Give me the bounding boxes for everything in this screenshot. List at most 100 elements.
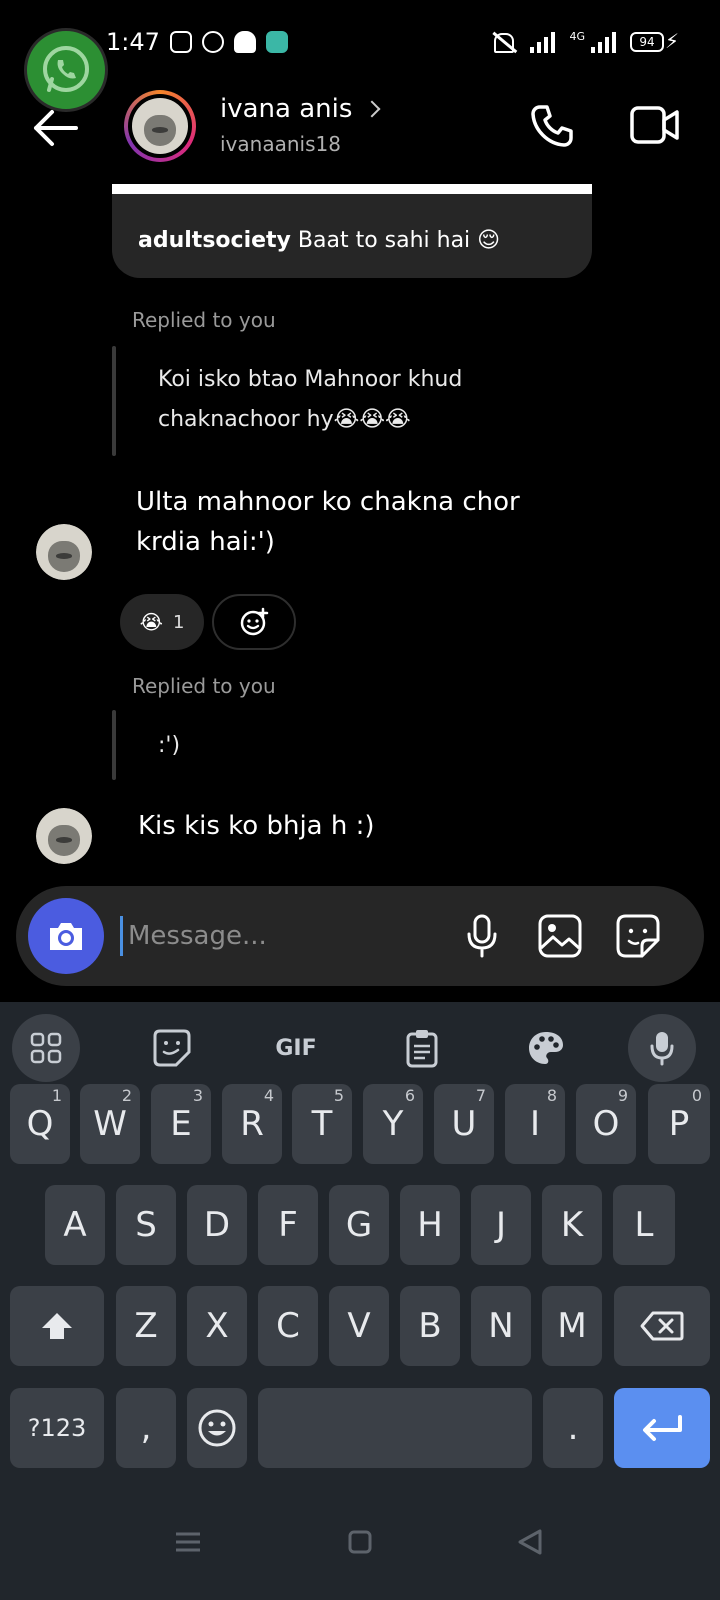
clipboard-button[interactable] bbox=[386, 1012, 458, 1084]
key-a[interactable]: A bbox=[45, 1185, 105, 1265]
key-h[interactable]: H bbox=[400, 1185, 460, 1265]
video-call-button[interactable] bbox=[630, 104, 680, 146]
voice-call-button[interactable] bbox=[528, 102, 576, 150]
clipboard-icon bbox=[406, 1030, 438, 1068]
key-i[interactable]: I8 bbox=[505, 1084, 565, 1164]
voice-message-button[interactable] bbox=[456, 910, 508, 962]
cat-avatar-image bbox=[36, 524, 92, 580]
key-w[interactable]: W2 bbox=[80, 1084, 140, 1164]
comma-key[interactable]: , bbox=[116, 1388, 176, 1468]
add-reaction-button[interactable] bbox=[212, 594, 296, 650]
mute-icon bbox=[490, 30, 516, 54]
microphone-icon bbox=[650, 1032, 674, 1066]
theme-button[interactable] bbox=[510, 1012, 582, 1084]
key-q[interactable]: Q1 bbox=[10, 1084, 70, 1164]
replied-label: Replied to you bbox=[132, 674, 276, 698]
key-y[interactable]: Y6 bbox=[363, 1084, 423, 1164]
image-icon bbox=[538, 914, 582, 958]
quote-line: Koi isko btao Mahnoor khud bbox=[158, 367, 463, 392]
enter-key[interactable] bbox=[614, 1388, 710, 1468]
key-d[interactable]: D bbox=[187, 1185, 247, 1265]
whatsapp-chat-head[interactable] bbox=[24, 28, 108, 112]
key-f[interactable]: F bbox=[258, 1185, 318, 1265]
shift-key[interactable] bbox=[10, 1286, 104, 1366]
key-o[interactable]: O9 bbox=[576, 1084, 636, 1164]
sticker-toolbar-button[interactable] bbox=[136, 1012, 208, 1084]
message-text[interactable]: Ulta mahnoor ko chakna chor krdia hai:') bbox=[136, 482, 520, 562]
quoted-message[interactable]: :') bbox=[158, 726, 180, 766]
key-j[interactable]: J bbox=[471, 1185, 531, 1265]
key-b[interactable]: B bbox=[400, 1286, 460, 1366]
quote-line: chaknachoor hy😭😭😭 bbox=[158, 407, 411, 432]
triangle-back-icon bbox=[518, 1529, 542, 1555]
cat-avatar-image bbox=[132, 98, 188, 154]
key-m[interactable]: M bbox=[542, 1286, 602, 1366]
gallery-button[interactable] bbox=[534, 910, 586, 962]
replied-label: Replied to you bbox=[132, 308, 276, 332]
key-x[interactable]: X bbox=[187, 1286, 247, 1366]
key-c[interactable]: C bbox=[258, 1286, 318, 1366]
quoted-message[interactable]: Koi isko btao Mahnoor khud chaknachoor h… bbox=[158, 360, 462, 440]
home-nav-button[interactable] bbox=[340, 1522, 380, 1562]
profile-avatar[interactable] bbox=[124, 90, 196, 162]
key-u[interactable]: U7 bbox=[434, 1084, 494, 1164]
shared-post-message[interactable]: adultsociety Baat to sahi hai 😌 bbox=[112, 184, 592, 278]
grid-icon bbox=[30, 1032, 62, 1064]
snapchat-icon bbox=[234, 31, 256, 53]
app-notification-icon bbox=[266, 31, 288, 53]
enter-arrow-icon bbox=[643, 1415, 682, 1441]
key-k[interactable]: K bbox=[542, 1185, 602, 1265]
quote-line: :') bbox=[158, 733, 181, 758]
message-input[interactable] bbox=[128, 912, 448, 960]
sticker-button[interactable] bbox=[612, 910, 664, 962]
smiley-icon bbox=[198, 1409, 236, 1447]
backspace-key[interactable] bbox=[614, 1286, 710, 1366]
emoji-key[interactable] bbox=[187, 1388, 247, 1468]
contact-username: ivanaanis18 bbox=[220, 132, 341, 156]
chevron-right-icon bbox=[363, 100, 381, 118]
keyboard-menu-button[interactable] bbox=[12, 1014, 80, 1082]
key-t[interactable]: T5 bbox=[292, 1084, 352, 1164]
key-z[interactable]: Z bbox=[116, 1286, 176, 1366]
chat-title[interactable]: ivana anis bbox=[220, 94, 381, 124]
status-bar: 1:47 4G 94 bbox=[0, 0, 720, 90]
microphone-icon bbox=[467, 914, 497, 958]
menu-nav-button[interactable] bbox=[168, 1522, 208, 1562]
period-key[interactable]: . bbox=[543, 1388, 603, 1468]
sender-avatar[interactable] bbox=[36, 524, 92, 580]
keyboard-toolbar: GIF bbox=[0, 1012, 720, 1084]
sticker-icon bbox=[153, 1029, 191, 1067]
voice-typing-button[interactable] bbox=[628, 1014, 696, 1082]
reaction-pill[interactable]: 😭 1 bbox=[120, 594, 204, 650]
back-button[interactable] bbox=[30, 106, 80, 150]
camera-icon bbox=[50, 923, 82, 950]
text-cursor bbox=[120, 916, 123, 956]
key-v[interactable]: V bbox=[329, 1286, 389, 1366]
reaction-count: 1 bbox=[172, 611, 185, 633]
space-key[interactable] bbox=[258, 1388, 532, 1468]
post-account: adultsociety bbox=[138, 228, 291, 253]
status-time: 1:47 bbox=[106, 28, 160, 56]
key-n[interactable]: N bbox=[471, 1286, 531, 1366]
message-text[interactable]: Kis kis ko bhja h :) bbox=[138, 806, 375, 846]
key-s[interactable]: S bbox=[116, 1185, 176, 1265]
square-icon bbox=[348, 1530, 372, 1554]
emoji-plus-icon bbox=[240, 607, 269, 636]
camera-button[interactable] bbox=[28, 898, 104, 974]
key-r[interactable]: R4 bbox=[222, 1084, 282, 1164]
cat-avatar-image bbox=[36, 808, 92, 864]
menu-icon bbox=[176, 1532, 200, 1552]
key-g[interactable]: G bbox=[329, 1185, 389, 1265]
chat-header: ivana anis ivanaanis18 bbox=[0, 90, 720, 170]
key-e[interactable]: E3 bbox=[151, 1084, 211, 1164]
instagram-icon bbox=[170, 31, 192, 53]
back-nav-button[interactable] bbox=[510, 1522, 550, 1562]
key-p[interactable]: P0 bbox=[648, 1084, 710, 1164]
notification-icons bbox=[170, 31, 288, 53]
charging-icon bbox=[665, 29, 680, 53]
gif-button[interactable]: GIF bbox=[260, 1012, 332, 1084]
sender-avatar[interactable] bbox=[36, 808, 92, 864]
symbols-key[interactable]: ?123 bbox=[10, 1388, 104, 1468]
key-l[interactable]: L bbox=[613, 1185, 675, 1265]
backspace-icon bbox=[640, 1311, 684, 1341]
